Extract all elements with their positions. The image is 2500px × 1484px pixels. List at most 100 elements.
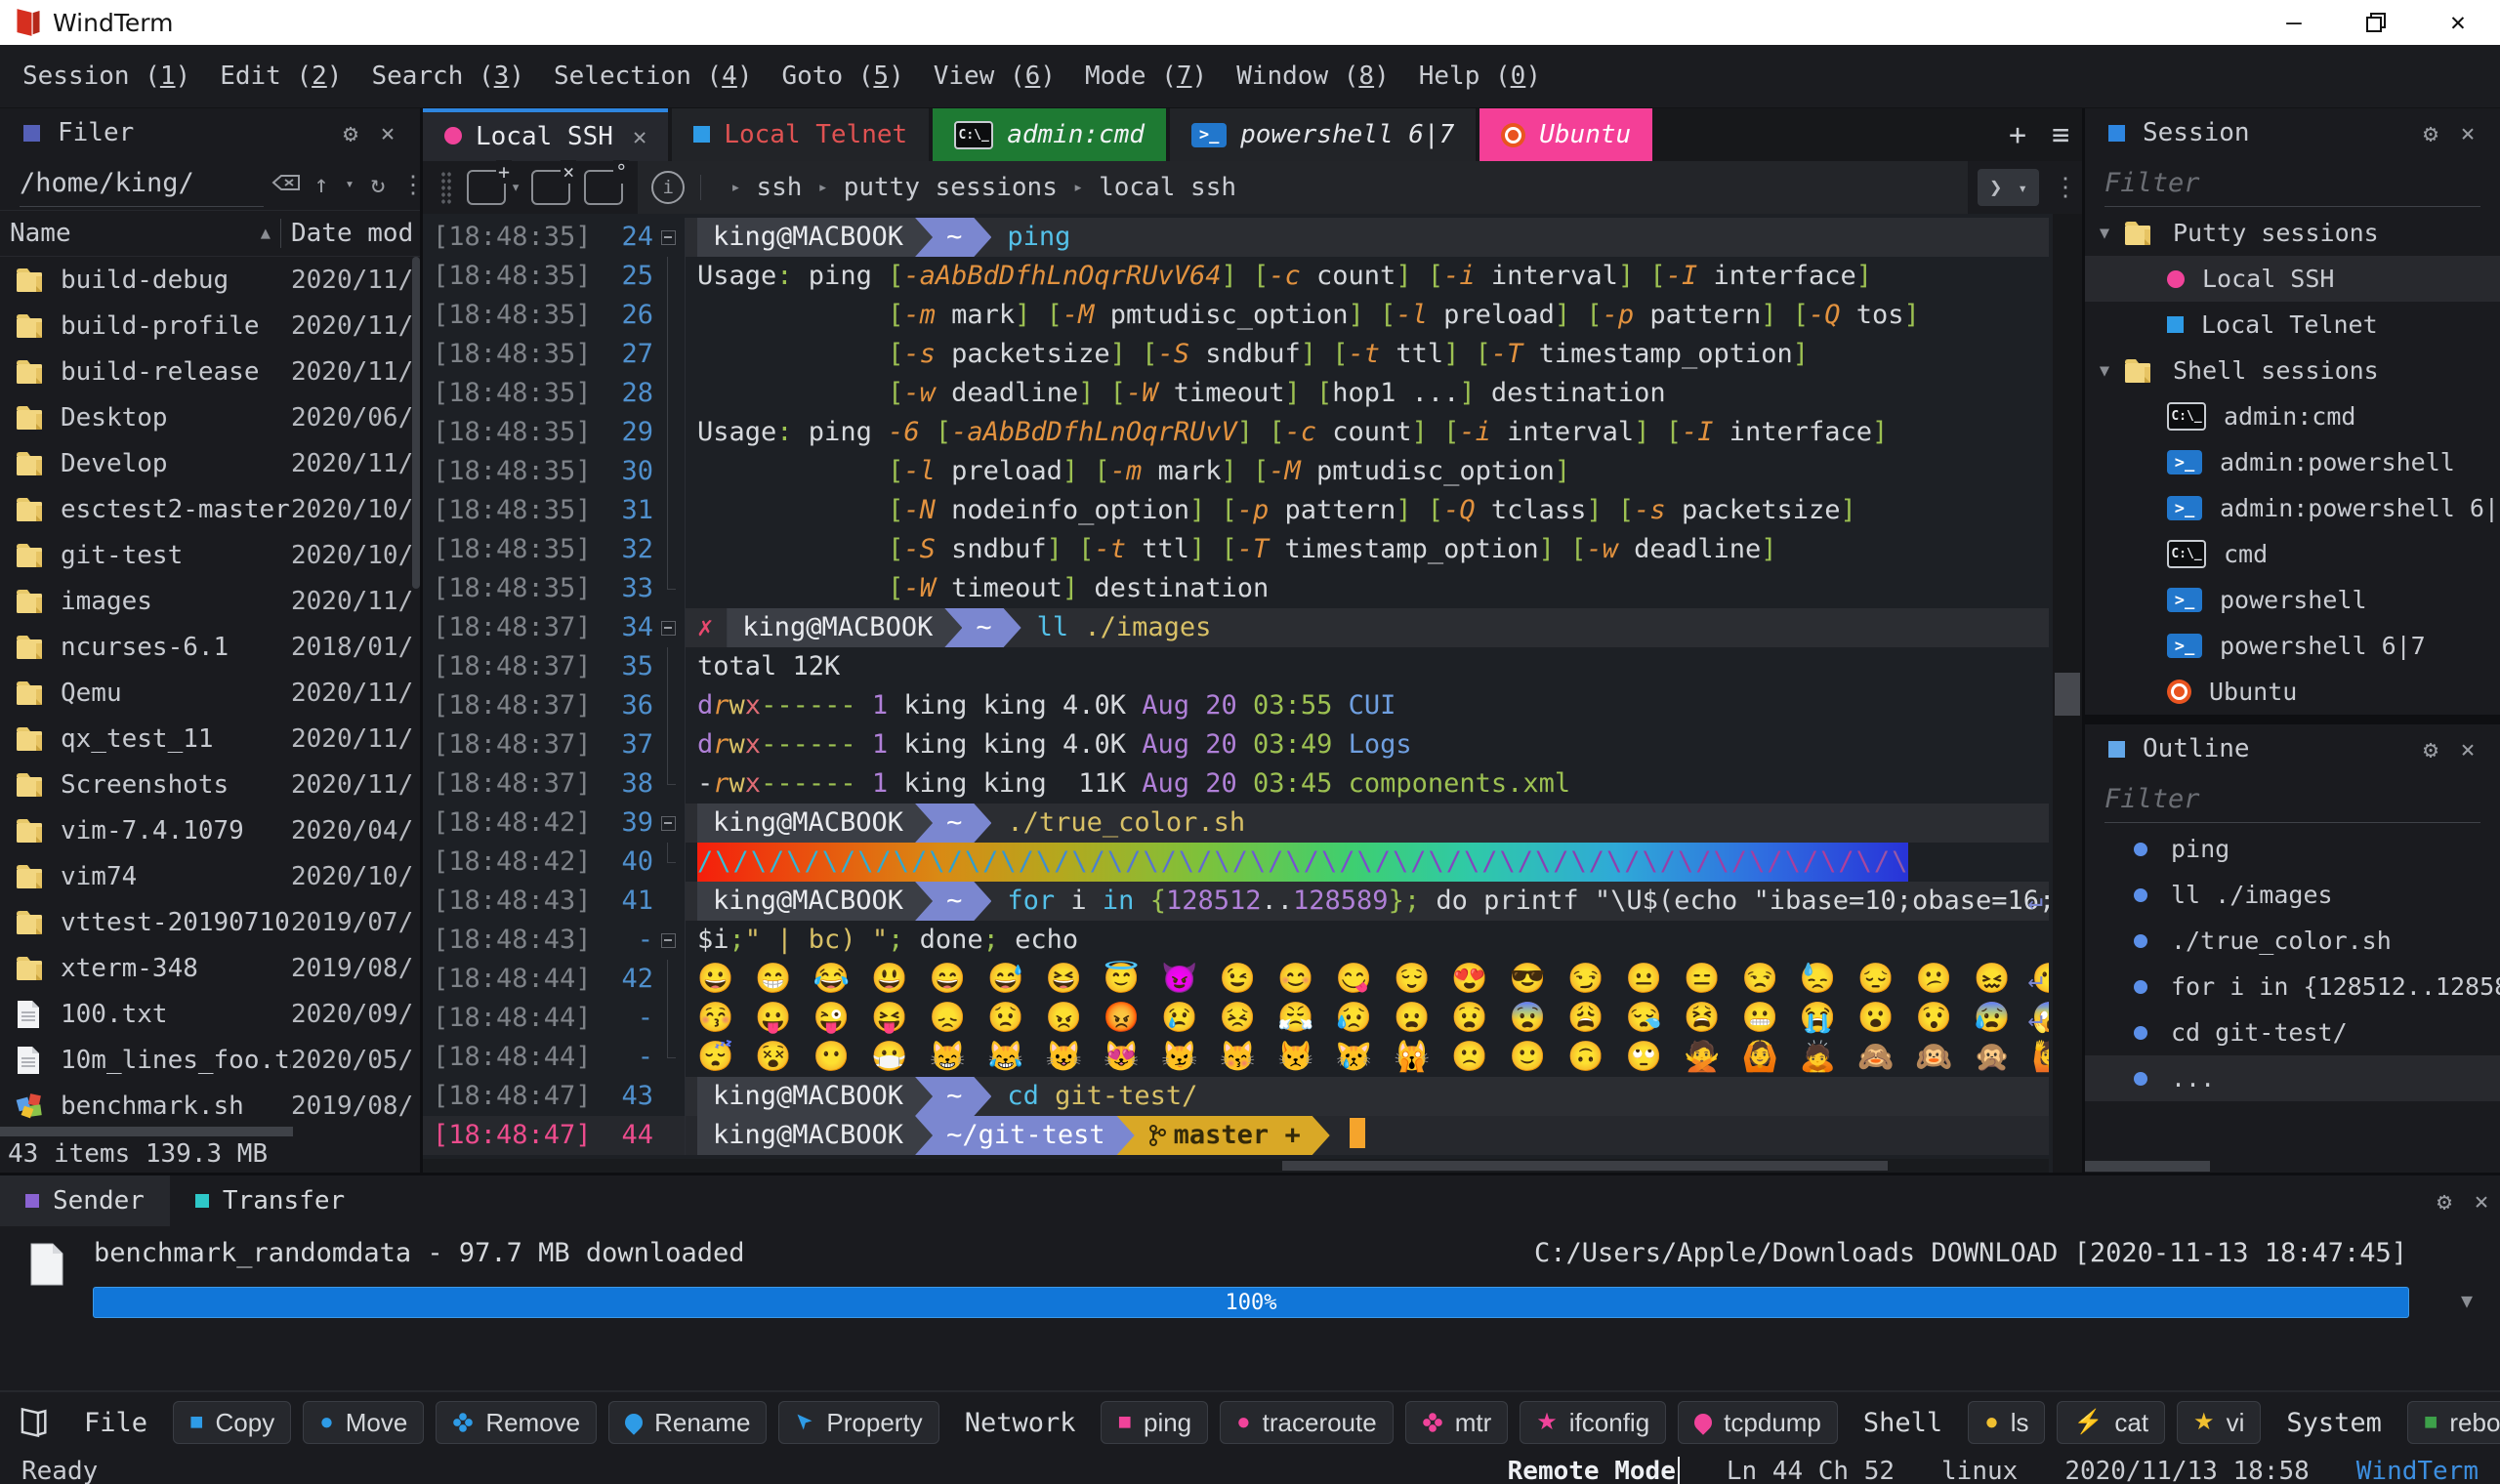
session-filter-input[interactable]: Filter: [2104, 161, 2480, 207]
transfer-dropdown-icon[interactable]: ▼: [2461, 1289, 2473, 1312]
terminal-vertical-scrollbar[interactable]: [2053, 214, 2082, 1173]
new-session-icon[interactable]: +: [467, 170, 506, 205]
sidebar-horizontal-scrollbar[interactable]: [2085, 1159, 2500, 1173]
table-row[interactable]: qx_test_112020/11/: [0, 716, 420, 762]
table-row[interactable]: esctest2-master2020/10/: [0, 486, 420, 532]
fold-icon[interactable]: [653, 804, 685, 843]
outline-filter-input[interactable]: Filter: [2104, 777, 2480, 823]
up-directory-icon[interactable]: ↑: [305, 170, 338, 198]
toolbar-button-traceroute[interactable]: ●traceroute: [1220, 1401, 1394, 1444]
info-icon[interactable]: i: [651, 171, 685, 204]
column-date[interactable]: Date mod: [280, 219, 420, 248]
toolbar-button-move[interactable]: ●Move: [303, 1401, 424, 1444]
outline-item[interactable]: ll ./images: [2085, 872, 2500, 918]
toolbar-button-ping[interactable]: ■ping: [1101, 1401, 1208, 1444]
session-item-local-ssh[interactable]: Local SSH: [2085, 256, 2500, 302]
path-dropdown-icon[interactable]: ▾: [340, 175, 359, 192]
filer-path-input[interactable]: /home/king/: [20, 161, 264, 207]
go-icon[interactable]: ❯: [1989, 176, 2002, 200]
breadcrumb-item[interactable]: ssh: [757, 173, 803, 202]
status-os[interactable]: linux: [1941, 1457, 2018, 1484]
reopen-session-icon[interactable]: °: [584, 170, 623, 205]
toolbar-button-copy[interactable]: ■Copy: [173, 1401, 291, 1444]
transfer-file-name[interactable]: benchmark_randomdata - 97.7 MB downloade…: [94, 1238, 744, 1268]
menu-item-mode[interactable]: Mode (7): [1070, 62, 1222, 91]
filer-vertical-scrollbar[interactable]: [412, 257, 420, 589]
session-item-admin-cmd[interactable]: C:\_admin:cmd: [2085, 393, 2500, 439]
menu-item-help[interactable]: Help (0): [1404, 62, 1556, 91]
outline-settings-icon[interactable]: ⚙: [2412, 735, 2449, 763]
transfer-tab-sender[interactable]: Sender: [0, 1175, 170, 1226]
filer-close-icon[interactable]: ×: [369, 119, 406, 147]
table-row[interactable]: 10m_lines_foo.t…2020/05/: [0, 1037, 420, 1083]
table-row[interactable]: ncurses-6.12018/01/: [0, 624, 420, 670]
terminal-menu-icon[interactable]: ⋮: [2049, 173, 2082, 202]
terminal-viewport[interactable]: [18:48:35]24king@MACBOOK~ping[18:48:35]2…: [423, 214, 2082, 1173]
menu-item-view[interactable]: View (6): [919, 62, 1070, 91]
session-item-powershell-6-7[interactable]: >_powershell 6|7: [2085, 623, 2500, 669]
table-row[interactable]: images2020/11/: [0, 578, 420, 624]
table-row[interactable]: build-profile2020/11/: [0, 303, 420, 349]
table-row[interactable]: benchmark.sh2019/08/: [0, 1083, 420, 1126]
session-item-shell-sessions[interactable]: ▼Shell sessions: [2085, 348, 2500, 393]
breadcrumb-item[interactable]: local ssh: [1099, 173, 1236, 202]
transfer-close-icon[interactable]: ×: [2463, 1187, 2500, 1216]
menu-item-selection[interactable]: Selection (4): [539, 62, 768, 91]
toolbar-button-mtr[interactable]: mtr: [1405, 1401, 1509, 1444]
clear-path-icon[interactable]: [270, 170, 303, 198]
session-item-admin-powershell-6-7[interactable]: >_admin:powershell 6|7: [2085, 485, 2500, 531]
address-bar[interactable]: i ▸ssh▸putty sessions▸local ssh: [638, 161, 1968, 214]
session-close-icon[interactable]: ×: [2449, 119, 2486, 147]
new-session-dropdown-icon[interactable]: ▾: [511, 178, 521, 197]
transfer-settings-icon[interactable]: ⚙: [2426, 1187, 2463, 1216]
session-item-ubuntu[interactable]: Ubuntu: [2085, 669, 2500, 715]
session-item-admin-powershell[interactable]: >_admin:powershell: [2085, 439, 2500, 485]
status-mode[interactable]: Remote Mode: [1508, 1457, 1680, 1484]
table-row[interactable]: Screenshots2020/11/: [0, 762, 420, 807]
table-row[interactable]: Develop2020/11/: [0, 440, 420, 486]
outline-item[interactable]: ping: [2085, 826, 2500, 872]
menu-item-search[interactable]: Search (3): [356, 62, 539, 91]
tab-list-button[interactable]: ≡: [2039, 118, 2082, 152]
tab-ubuntu[interactable]: Ubuntu: [1479, 108, 1652, 161]
outline-item[interactable]: cd git-test/: [2085, 1010, 2500, 1055]
tab-powershell-6-7[interactable]: >_powershell 6|7: [1170, 108, 1476, 161]
history-dropdown-icon[interactable]: ▾: [2018, 179, 2027, 197]
tab-admin-cmd[interactable]: C:\_admin:cmd: [933, 108, 1166, 161]
session-settings-icon[interactable]: ⚙: [2412, 119, 2449, 147]
fold-icon[interactable]: [653, 218, 685, 257]
column-name[interactable]: Name ▲: [0, 219, 280, 248]
table-row[interactable]: build-release2020/11/: [0, 349, 420, 394]
restore-button[interactable]: [2363, 10, 2389, 35]
session-item-cmd[interactable]: C:\_cmd: [2085, 531, 2500, 577]
breadcrumb-item[interactable]: putty sessions: [844, 173, 1058, 202]
session-item-powershell[interactable]: >_powershell: [2085, 577, 2500, 623]
toolbar-button-tcpdump[interactable]: tcpdump: [1678, 1401, 1838, 1444]
menu-item-edit[interactable]: Edit (2): [205, 62, 356, 91]
transfer-tab-transfer[interactable]: Transfer: [170, 1175, 370, 1226]
filer-menu-icon[interactable]: ⋮: [396, 170, 430, 198]
table-row[interactable]: vim-7.4.10792020/04/: [0, 807, 420, 853]
session-item-local-telnet[interactable]: Local Telnet: [2085, 302, 2500, 348]
table-row[interactable]: build-debug2020/11/: [0, 257, 420, 303]
new-tab-button[interactable]: +: [1996, 118, 2039, 152]
tab-close-icon[interactable]: ✕: [633, 123, 646, 150]
table-row[interactable]: Desktop2020/06/: [0, 394, 420, 440]
toolbar-grip[interactable]: [440, 171, 452, 204]
toolbar-button-cat[interactable]: ⚡cat: [2057, 1401, 2165, 1444]
table-row[interactable]: git-test2020/10/: [0, 532, 420, 578]
menu-item-window[interactable]: Window (8): [1222, 62, 1404, 91]
table-row[interactable]: Qemu2020/11/: [0, 670, 420, 716]
toolbar-button-property[interactable]: Property: [778, 1401, 938, 1444]
fold-icon[interactable]: [653, 608, 685, 647]
outline-close-icon[interactable]: ×: [2449, 735, 2486, 763]
toolbar-button-rename[interactable]: Rename: [608, 1401, 767, 1444]
table-row[interactable]: vttest-201907102019/07/: [0, 899, 420, 945]
toolbar-button-vi[interactable]: ★vi: [2177, 1401, 2261, 1444]
close-button[interactable]: ✕: [2445, 10, 2471, 35]
fold-icon[interactable]: [653, 921, 685, 960]
menu-item-session[interactable]: Session (1): [8, 62, 205, 91]
terminal-horizontal-scrollbar[interactable]: [423, 1159, 2049, 1173]
tab-local-telnet[interactable]: Local Telnet: [672, 108, 929, 161]
address-actions[interactable]: ❯ ▾: [1978, 169, 2039, 206]
